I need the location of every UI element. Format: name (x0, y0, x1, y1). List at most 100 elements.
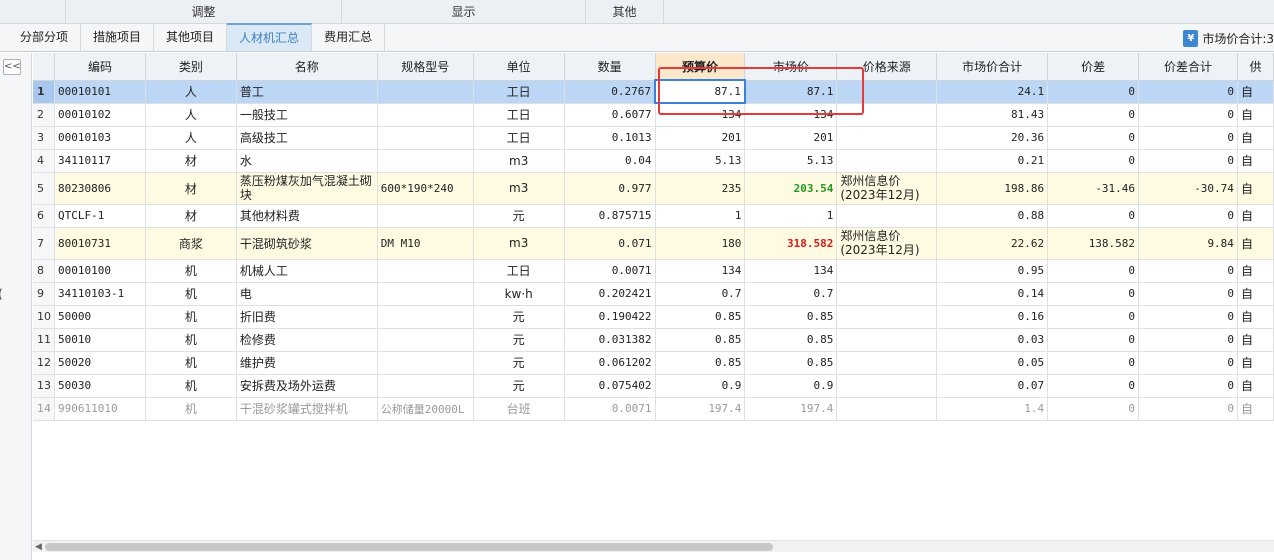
category-cell[interactable]: 商浆 (145, 227, 237, 260)
category-cell[interactable]: 人 (145, 126, 237, 150)
supply-cell[interactable]: 自 (1237, 374, 1274, 398)
market-price-cell[interactable]: 201 (744, 126, 838, 150)
diff-total-cell[interactable]: -30.74 (1138, 172, 1238, 205)
spec-cell[interactable] (377, 351, 474, 375)
code-cell[interactable]: 00010101 (54, 80, 146, 104)
category-cell[interactable]: 材 (145, 172, 237, 205)
price-source-cell[interactable]: 郑州信息价(2023年12月) (836, 172, 938, 205)
supply-cell[interactable]: 自 (1237, 259, 1274, 283)
quantity-cell[interactable]: 0.977 (564, 172, 656, 205)
price-diff-cell[interactable]: 0 (1047, 397, 1140, 421)
spec-cell[interactable] (377, 80, 474, 104)
table-row[interactable]: 13 50030 机安拆费及场外运费元 0.075402 0.9 0.9 0.07 0 0 自 (33, 374, 1274, 398)
table-row[interactable]: 2 00010102 人一般技工 工日 0.6077 134 134 81.43 0 0 自 (33, 103, 1274, 127)
budget-price-cell[interactable]: 235 (655, 172, 746, 205)
tab-other-items[interactable]: 其他项目 (154, 23, 228, 51)
market-total-cell[interactable]: 81.43 (936, 103, 1049, 127)
row-number[interactable]: 14 (33, 397, 55, 421)
spec-cell[interactable] (377, 103, 474, 127)
col-header-unit[interactable]: 单位 (473, 53, 565, 81)
tab-measures[interactable]: 措施项目 (81, 23, 155, 51)
spec-cell[interactable]: 公称储量20000L (377, 397, 474, 421)
budget-price-cell[interactable]: 134 (655, 103, 746, 127)
code-cell[interactable]: 80010731 (54, 227, 146, 260)
row-number[interactable]: 10 (33, 305, 55, 329)
row-number[interactable]: 4 (33, 149, 55, 173)
supply-cell[interactable]: 自 (1237, 149, 1274, 173)
quantity-cell[interactable]: 0.04 (564, 149, 656, 173)
diff-total-cell[interactable]: 9.84 (1138, 227, 1238, 260)
market-total-cell[interactable]: 198.86 (936, 172, 1049, 205)
col-header-category[interactable]: 类别 (145, 53, 237, 81)
price-source-cell[interactable] (836, 305, 938, 329)
category-cell[interactable]: 机 (145, 351, 237, 375)
row-number[interactable]: 8 (33, 259, 55, 283)
quantity-cell[interactable]: 0.190422 (564, 305, 656, 329)
tab-fee-summary[interactable]: 费用汇总 (312, 23, 386, 51)
market-price-cell[interactable]: 0.85 (744, 328, 838, 352)
budget-price-cell[interactable]: 0.9 (655, 374, 746, 398)
diff-total-cell[interactable]: 0 (1138, 259, 1238, 283)
collapse-panel-button[interactable]: << (3, 59, 21, 75)
market-total-cell[interactable]: 0.21 (936, 149, 1049, 173)
price-source-cell[interactable] (836, 374, 938, 398)
supply-cell[interactable]: 自 (1237, 397, 1274, 421)
budget-price-cell[interactable]: 197.4 (655, 397, 746, 421)
diff-total-cell[interactable]: 0 (1138, 328, 1238, 352)
budget-price-cell[interactable]: 0.85 (655, 305, 746, 329)
market-total-cell[interactable]: 0.95 (936, 259, 1049, 283)
unit-cell[interactable]: m3 (473, 172, 565, 205)
price-source-cell[interactable] (836, 282, 938, 306)
diff-total-cell[interactable]: 0 (1138, 305, 1238, 329)
supply-cell[interactable]: 自 (1237, 126, 1274, 150)
supply-cell[interactable]: 自 (1237, 80, 1274, 104)
col-header-market-price[interactable]: 市场价 (744, 53, 838, 81)
code-cell[interactable]: 00010102 (54, 103, 146, 127)
price-diff-cell[interactable]: 0 (1047, 305, 1140, 329)
category-cell[interactable]: 机 (145, 305, 237, 329)
price-diff-cell[interactable]: 0 (1047, 351, 1140, 375)
category-cell[interactable]: 机 (145, 397, 237, 421)
category-cell[interactable]: 机 (145, 328, 237, 352)
price-source-cell[interactable]: 郑州信息价(2023年12月) (836, 227, 938, 260)
code-cell[interactable]: 50030 (54, 374, 146, 398)
supply-cell[interactable]: 自 (1237, 351, 1274, 375)
unit-cell[interactable]: 工日 (473, 103, 565, 127)
spec-cell[interactable] (377, 149, 474, 173)
unit-cell[interactable]: m3 (473, 149, 565, 173)
budget-price-cell[interactable]: 0.7 (655, 282, 746, 306)
quantity-cell[interactable]: 0.071 (564, 227, 656, 260)
table-row[interactable]: 4 34110117 材水 m3 0.04 5.13 5.13 0.21 0 0 自 (33, 149, 1274, 173)
category-cell[interactable]: 材 (145, 149, 237, 173)
supply-cell[interactable]: 自 (1237, 103, 1274, 127)
price-diff-cell[interactable]: -31.46 (1047, 172, 1140, 205)
market-price-cell[interactable]: 1 (744, 204, 838, 228)
unit-cell[interactable]: kw·h (473, 282, 565, 306)
supply-cell[interactable]: 自 (1237, 227, 1274, 260)
market-price-cell[interactable]: 197.4 (744, 397, 838, 421)
market-price-cell[interactable]: 134 (744, 103, 838, 127)
price-diff-cell[interactable]: 0 (1047, 204, 1140, 228)
budget-price-cell[interactable]: 0.85 (655, 328, 746, 352)
table-row[interactable]: 3 00010103 人高级技工 工日 0.1013 201 201 20.36 0 0 自 (33, 126, 1274, 150)
price-diff-cell[interactable]: 0 (1047, 374, 1140, 398)
diff-total-cell[interactable]: 0 (1138, 397, 1238, 421)
category-cell[interactable]: 机 (145, 259, 237, 283)
spec-cell[interactable] (377, 328, 474, 352)
budget-price-cell[interactable]: 134 (655, 259, 746, 283)
unit-cell[interactable]: 元 (473, 351, 565, 375)
budget-price-cell[interactable]: 180 (655, 227, 746, 260)
diff-total-cell[interactable]: 0 (1138, 204, 1238, 228)
table-row[interactable]: 10 50000 机折旧费元 0.190422 0.85 0.85 0.16 0 0 自 (33, 305, 1274, 329)
table-row[interactable]: 11 50010 机检修费元 0.031382 0.85 0.85 0.03 0 0 自 (33, 328, 1274, 352)
diff-total-cell[interactable]: 0 (1138, 126, 1238, 150)
row-number[interactable]: 1 (33, 80, 55, 104)
market-price-cell[interactable]: 0.85 (744, 351, 838, 375)
market-total-cell[interactable]: 24.1 (936, 80, 1049, 104)
unit-cell[interactable]: m3 (473, 227, 565, 260)
budget-price-cell[interactable]: 0.85 (655, 351, 746, 375)
market-price-cell[interactable]: 87.1 (744, 80, 838, 104)
scrollbar-thumb[interactable] (45, 543, 773, 551)
horizontal-scrollbar[interactable]: ◀ (33, 540, 1274, 552)
price-source-cell[interactable] (836, 259, 938, 283)
